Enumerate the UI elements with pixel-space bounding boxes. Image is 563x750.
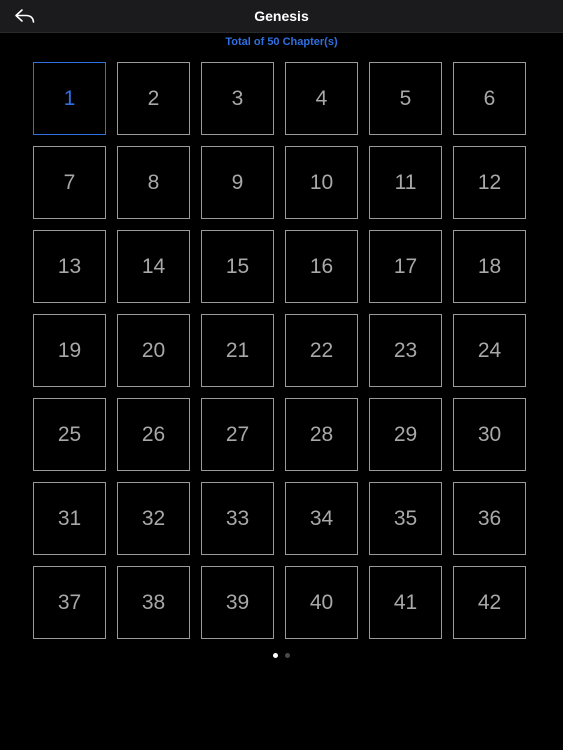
chapter-button[interactable]: 1	[33, 62, 106, 135]
chapter-button[interactable]: 5	[369, 62, 442, 135]
chapter-button[interactable]: 27	[201, 398, 274, 471]
chapter-button[interactable]: 4	[285, 62, 358, 135]
chapter-button[interactable]: 3	[201, 62, 274, 135]
chapter-button[interactable]: 35	[369, 482, 442, 555]
chapter-button[interactable]: 9	[201, 146, 274, 219]
chapter-button[interactable]: 30	[453, 398, 526, 471]
chapter-button[interactable]: 23	[369, 314, 442, 387]
chapter-button[interactable]: 10	[285, 146, 358, 219]
chapter-button[interactable]: 2	[117, 62, 190, 135]
page-dot[interactable]	[285, 653, 290, 658]
chapter-button[interactable]: 39	[201, 566, 274, 639]
chapter-button[interactable]: 25	[33, 398, 106, 471]
chapter-button[interactable]: 18	[453, 230, 526, 303]
chapter-button[interactable]: 16	[285, 230, 358, 303]
chapter-button[interactable]: 17	[369, 230, 442, 303]
chapter-button[interactable]: 11	[369, 146, 442, 219]
chapter-button[interactable]: 21	[201, 314, 274, 387]
chapter-button[interactable]: 36	[453, 482, 526, 555]
chapter-grid: 1 2 3 4 5 6 7 8 9 10 11 12 13 14 15 16 17 18 19 20 21 22 23 24 2…	[33, 62, 526, 639]
chapter-button[interactable]: 7	[33, 146, 106, 219]
chapter-button[interactable]: 12	[453, 146, 526, 219]
page-dot[interactable]	[273, 653, 278, 658]
chapter-button[interactable]: 19	[33, 314, 106, 387]
chapter-button[interactable]: 24	[453, 314, 526, 387]
chapter-button[interactable]: 6	[453, 62, 526, 135]
chapter-button[interactable]: 33	[201, 482, 274, 555]
chapter-button[interactable]: 14	[117, 230, 190, 303]
chapter-button[interactable]: 15	[201, 230, 274, 303]
chapter-button[interactable]: 20	[117, 314, 190, 387]
chapter-button[interactable]: 41	[369, 566, 442, 639]
chapter-button[interactable]: 29	[369, 398, 442, 471]
chapter-button[interactable]: 34	[285, 482, 358, 555]
chapter-count-label: Total of 50 Chapter(s)	[225, 36, 338, 48]
navigation-bar: Genesis	[0, 0, 563, 33]
chapter-button[interactable]: 13	[33, 230, 106, 303]
chapter-button[interactable]: 40	[285, 566, 358, 639]
page-title: Genesis	[254, 8, 309, 24]
chapter-button[interactable]: 31	[33, 482, 106, 555]
chapter-button[interactable]: 42	[453, 566, 526, 639]
chapter-button[interactable]: 28	[285, 398, 358, 471]
chapter-button[interactable]: 38	[117, 566, 190, 639]
chapter-button[interactable]: 26	[117, 398, 190, 471]
chapter-button[interactable]: 8	[117, 146, 190, 219]
page-indicator[interactable]	[0, 653, 563, 658]
chapter-button[interactable]: 32	[117, 482, 190, 555]
chapter-button[interactable]: 37	[33, 566, 106, 639]
chapter-button[interactable]: 22	[285, 314, 358, 387]
